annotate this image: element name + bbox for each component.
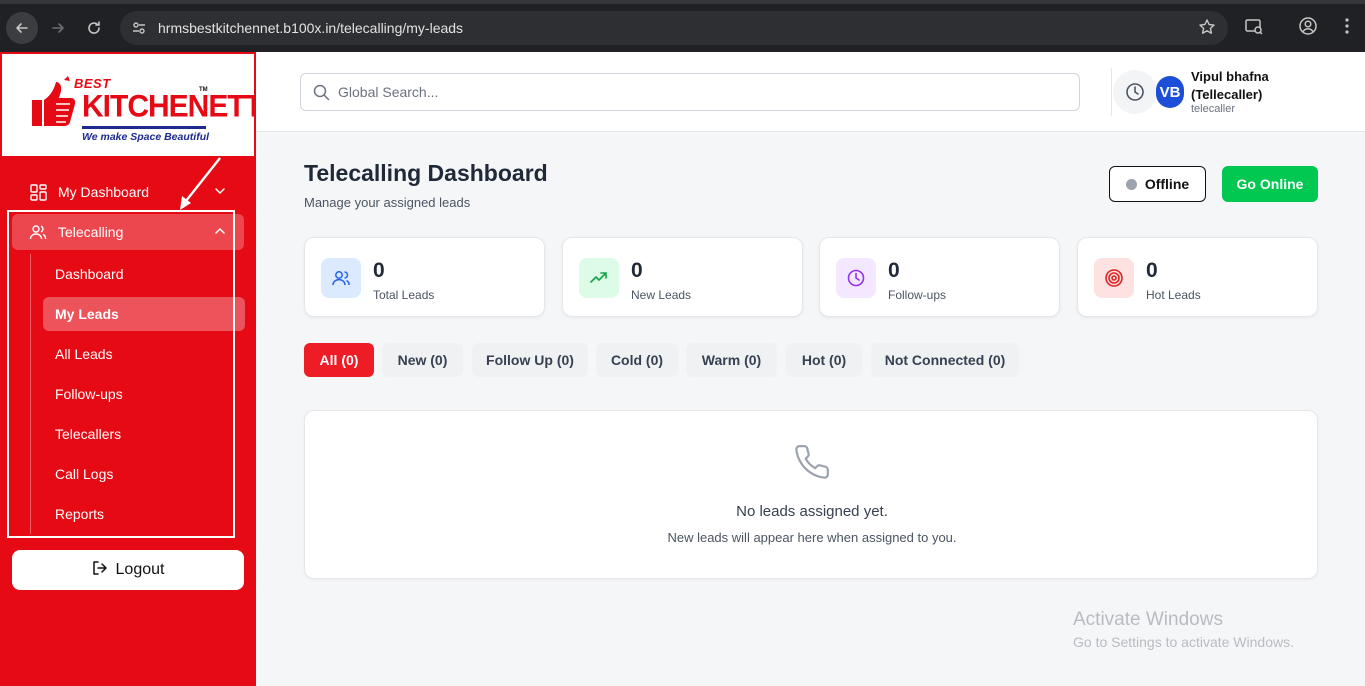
stat-card-hot-leads: 0 Hot Leads <box>1077 237 1318 317</box>
user-name: Vipul bhafna (Tellecaller) <box>1191 69 1269 102</box>
url-text[interactable]: hrmsbestkitchennet.b100x.in/telecalling/… <box>158 20 463 36</box>
stat-value: 0 <box>1146 259 1158 282</box>
history-button[interactable] <box>1113 70 1157 114</box>
windows-activation-subtitle: Go to Settings to activate Windows. <box>1073 634 1294 650</box>
empty-state-title: No leads assigned yet. <box>736 503 888 520</box>
trending-up-icon <box>579 258 619 298</box>
stat-value: 0 <box>631 259 643 282</box>
logo-tagline: We make Space Beautiful <box>82 131 210 143</box>
stat-card-new-leads: 0 New Leads <box>562 237 803 317</box>
address-bar[interactable]: hrmsbestkitchennet.b100x.in/telecalling/… <box>120 11 1228 45</box>
tab-search-icon[interactable] <box>1244 16 1264 41</box>
users-icon <box>321 258 361 298</box>
leads-empty-state: No leads assigned yet. New leads will ap… <box>304 410 1318 579</box>
avatar[interactable]: VB <box>1156 76 1184 108</box>
go-online-button[interactable]: Go Online <box>1222 166 1318 202</box>
offline-label: Offline <box>1144 176 1190 192</box>
filter-tab-follow-up[interactable]: Follow Up (0) <box>472 343 588 377</box>
header-divider <box>1111 68 1112 116</box>
stat-label: New Leads <box>631 288 692 302</box>
filter-tab-not-connected[interactable]: Not Connected (0) <box>871 343 1019 377</box>
clock-icon <box>836 258 876 298</box>
stat-label: Follow-ups <box>888 288 947 302</box>
logo[interactable]: BEST KITCHENETTE TM We make Space Beauti… <box>1 53 282 157</box>
more-menu-icon[interactable] <box>1344 16 1350 41</box>
stat-card-follow-ups: 0 Follow-ups <box>819 237 1060 317</box>
logo-tm: TM <box>199 87 208 93</box>
logout-icon <box>92 560 108 581</box>
page-title: Telecalling Dashboard <box>304 160 548 186</box>
stat-card-total-leads: 0 Total Leads <box>304 237 545 317</box>
top-header: VB Vipul bhafna (Tellecaller) telecaller <box>256 52 1365 132</box>
annotation-highlight-box <box>7 210 235 538</box>
stat-label: Hot Leads <box>1146 288 1201 302</box>
clock-icon <box>1126 83 1144 101</box>
global-search[interactable] <box>300 73 1080 111</box>
search-input[interactable] <box>338 84 1038 100</box>
arrow-left-icon <box>16 23 28 33</box>
arrow-right-icon <box>52 23 64 33</box>
empty-state-subtitle: New leads will appear here when assigned… <box>667 530 957 545</box>
offline-status-button[interactable]: Offline <box>1109 166 1206 202</box>
profile-icon[interactable] <box>1298 16 1318 41</box>
stat-label: Total Leads <box>373 288 435 302</box>
target-icon <box>1094 258 1134 298</box>
logout-button[interactable]: Logout <box>12 550 244 590</box>
filter-tab-warm[interactable]: Warm (0) <box>686 343 777 377</box>
bookmark-star-icon[interactable] <box>1198 18 1216 41</box>
reload-icon <box>88 21 100 34</box>
filter-tab-cold[interactable]: Cold (0) <box>596 343 678 377</box>
sidebar: BEST KITCHENETTE TM We make Space Beauti… <box>0 52 282 686</box>
phone-icon <box>795 445 829 479</box>
site-settings-icon[interactable] <box>130 19 148 37</box>
reload-button[interactable] <box>78 12 110 44</box>
filter-tab-all[interactable]: All (0) <box>304 343 374 377</box>
windows-activation-title: Activate Windows <box>1073 609 1223 630</box>
search-icon <box>313 84 330 101</box>
logo-underline <box>82 126 206 129</box>
filter-tab-hot[interactable]: Hot (0) <box>786 343 862 377</box>
annotation-arrow-icon <box>180 157 221 210</box>
grid-icon <box>29 183 47 201</box>
page-subtitle: Manage your assigned leads <box>304 195 471 210</box>
forward-button[interactable] <box>42 12 74 44</box>
tab-strip <box>0 0 1365 4</box>
stat-value: 0 <box>888 259 900 282</box>
browser-chrome: hrmsbestkitchennet.b100x.in/telecalling/… <box>0 0 1365 52</box>
stat-value: 0 <box>373 259 385 282</box>
thumbs-up-logo-icon <box>32 76 76 126</box>
sidebar-item-label: My Dashboard <box>58 184 150 200</box>
logout-label: Logout <box>115 561 165 578</box>
status-dot-icon <box>1125 178 1137 190</box>
user-role: telecaller <box>1191 103 1236 115</box>
back-button[interactable] <box>6 12 38 44</box>
logo-brand-text: KITCHENETTE <box>82 89 282 124</box>
filter-tab-new[interactable]: New (0) <box>382 343 463 377</box>
